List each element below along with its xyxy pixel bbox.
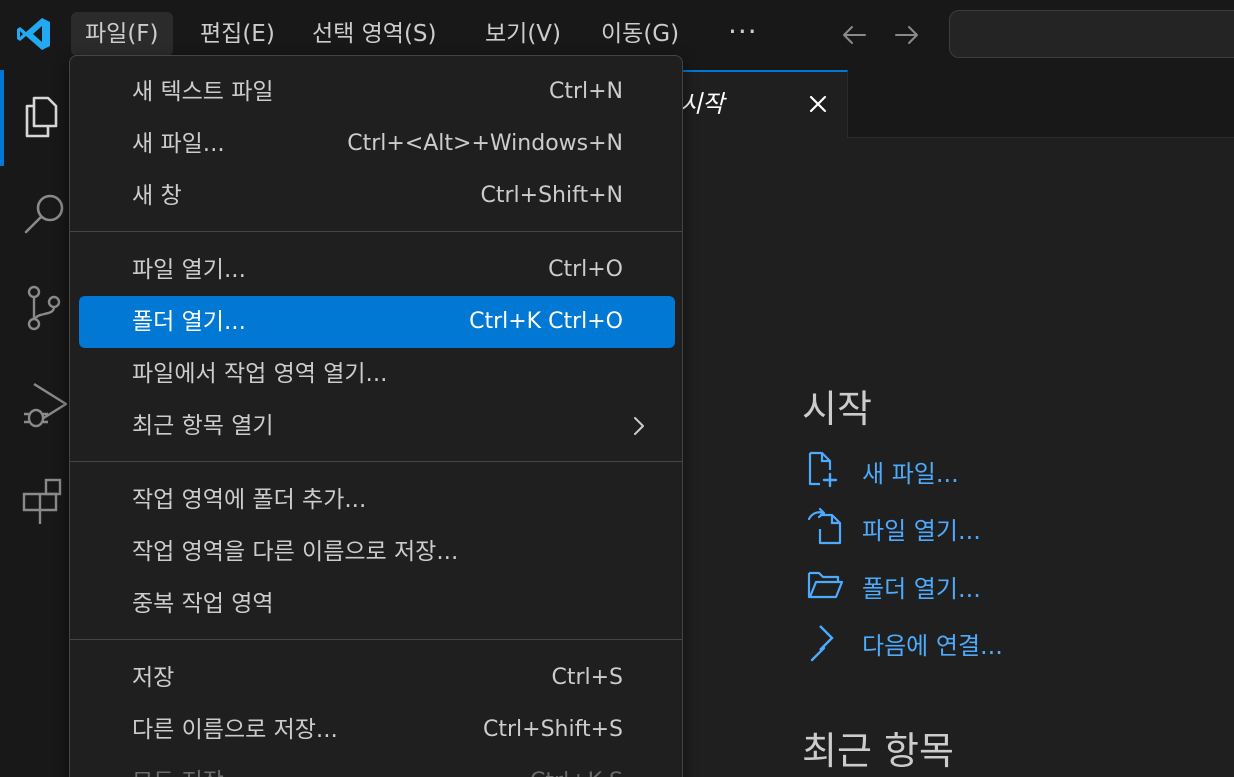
remote-connect-icon: [810, 625, 834, 662]
menu-separator: [70, 231, 682, 232]
menu-item-label: 폴더 열기...: [132, 309, 246, 335]
menu-item-label: 다른 이름으로 저장...: [132, 717, 338, 743]
menu-separator: [70, 639, 682, 640]
menu-item-duplicate-workspace[interactable]: 중복 작업 영역: [79, 578, 675, 630]
new-file-icon: [808, 451, 838, 488]
search-icon[interactable]: [18, 188, 68, 238]
start-open-folder-label: 폴더 열기...: [862, 575, 981, 603]
menu-item-open-recent[interactable]: 최근 항목 열기: [79, 400, 675, 452]
menu-edit[interactable]: 편집(E): [186, 12, 289, 56]
explorer-files-icon[interactable]: [18, 92, 68, 142]
menu-item-label: 새 창: [132, 183, 182, 209]
tab-welcome-label: 시작: [680, 90, 725, 118]
active-view-indicator: [0, 70, 4, 166]
vscode-logo-icon: [17, 18, 50, 50]
menu-item-open-workspace[interactable]: 파일에서 작업 영역 열기...: [79, 348, 675, 400]
menu-item-label: 저장: [132, 665, 175, 691]
menu-item-new-window[interactable]: 새 창 Ctrl+Shift+N: [79, 170, 675, 222]
menu-item-shortcut: Ctrl+K Ctrl+O: [469, 309, 623, 334]
menu-item-label: 새 텍스트 파일: [132, 79, 274, 105]
open-folder-icon: [807, 571, 844, 599]
menu-item-label: 최근 항목 열기: [132, 413, 274, 439]
command-center-search[interactable]: [949, 10, 1234, 58]
menu-item-shortcut: Ctrl+O: [548, 257, 623, 282]
menu-item-shortcut: Ctrl+K S: [530, 756, 623, 777]
run-debug-icon[interactable]: [18, 380, 68, 430]
menu-item-save-all[interactable]: 모두 저장 Ctrl+K S: [79, 756, 675, 777]
menu-item-open-folder[interactable]: 폴더 열기... Ctrl+K Ctrl+O: [79, 296, 675, 348]
close-icon[interactable]: [804, 90, 832, 118]
menu-item-save-workspace-as[interactable]: 작업 영역을 다른 이름으로 저장...: [79, 526, 675, 578]
back-arrow-icon[interactable]: [839, 20, 869, 50]
menu-item-save[interactable]: 저장 Ctrl+S: [79, 652, 675, 704]
menu-selection[interactable]: 선택 영역(S): [298, 12, 451, 56]
menu-item-label: 작업 영역에 폴더 추가...: [132, 487, 367, 513]
start-open-file-label: 파일 열기...: [862, 517, 981, 545]
start-connect-label: 다음에 연결...: [862, 632, 1003, 660]
menu-separator: [70, 461, 682, 462]
menu-view[interactable]: 보기(V): [471, 12, 575, 56]
forward-arrow-icon[interactable]: [892, 20, 922, 50]
menu-item-save-as[interactable]: 다른 이름으로 저장... Ctrl+Shift+S: [79, 704, 675, 756]
menu-item-new-file[interactable]: 새 파일... Ctrl+<Alt>+Windows+N: [79, 118, 675, 170]
start-new-file-label: 새 파일...: [862, 460, 959, 488]
menu-item-shortcut: Ctrl+<Alt>+Windows+N: [347, 131, 623, 156]
menu-file[interactable]: 파일(F): [71, 12, 173, 56]
extensions-icon[interactable]: [18, 476, 68, 526]
menu-item-label: 작업 영역을 다른 이름으로 저장...: [132, 539, 459, 565]
file-menu-dropdown: 새 텍스트 파일 Ctrl+N 새 파일... Ctrl+<Alt>+Windo…: [69, 55, 683, 777]
open-file-icon: [807, 507, 842, 545]
source-control-icon[interactable]: [18, 284, 68, 334]
menu-item-label: 중복 작업 영역: [132, 591, 274, 617]
start-heading: 시작: [802, 387, 872, 431]
menu-item-label: 새 파일...: [132, 131, 225, 157]
menu-item-shortcut: Ctrl+Shift+S: [483, 717, 623, 742]
menu-item-label: 파일 열기...: [132, 257, 246, 283]
menu-item-new-text-file[interactable]: 새 텍스트 파일 Ctrl+N: [79, 66, 675, 118]
menu-go[interactable]: 이동(G): [587, 12, 693, 56]
chevron-right-icon: [634, 417, 644, 435]
menu-item-shortcut: Ctrl+N: [548, 79, 623, 104]
menu-item-add-folder-to-workspace[interactable]: 작업 영역에 폴더 추가...: [79, 474, 675, 526]
more-menus-button[interactable]: ···: [722, 12, 764, 56]
menu-item-shortcut: Ctrl+Shift+N: [480, 183, 623, 208]
menu-item-shortcut: Ctrl+S: [551, 665, 623, 690]
menu-item-label: 파일에서 작업 영역 열기...: [132, 361, 388, 387]
menu-item-label: 모두 저장: [132, 756, 224, 777]
recent-heading: 최근 항목: [802, 729, 954, 773]
menu-item-open-file[interactable]: 파일 열기... Ctrl+O: [79, 244, 675, 296]
